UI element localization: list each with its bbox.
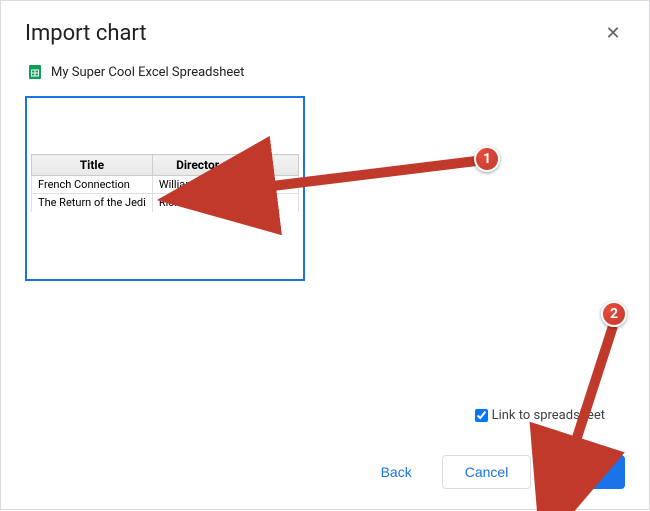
link-checkbox-label: Link to spreadsheet [492, 408, 605, 423]
back-button[interactable]: Back [359, 456, 434, 488]
dialog-header: Import chart ✕ [25, 21, 625, 46]
cancel-button[interactable]: Cancel [442, 455, 532, 489]
link-to-spreadsheet-checkbox[interactable]: Link to spreadsheet [475, 408, 605, 423]
table-row: The Return of the Jedi Richard 1083 [32, 194, 299, 212]
close-icon: ✕ [605, 23, 620, 44]
annotation-badge-2: 2 [601, 301, 627, 327]
col-header: Director [152, 155, 243, 176]
import-chart-dialog: Import chart ✕ My Super Cool Excel Sprea… [1, 1, 649, 509]
dialog-footer: Back Cancel Import [25, 441, 625, 489]
close-button[interactable]: ✕ [601, 22, 625, 46]
link-checkbox-input[interactable] [475, 409, 488, 422]
preview-table: Title Director French Connection William… [31, 154, 299, 212]
chart-thumbnail[interactable]: Title Director French Connection William… [25, 96, 305, 281]
dialog-title: Import chart [25, 21, 147, 46]
table-row: French Connection William Friedkin 1971 [32, 176, 299, 194]
col-header [243, 155, 299, 176]
chart-thumbnail-inner: Title Director French Connection William… [31, 102, 299, 275]
annotation-badge-1: 1 [474, 146, 500, 172]
sheets-icon [27, 64, 43, 80]
import-button[interactable]: Import [539, 455, 625, 489]
col-header: Title [32, 155, 153, 176]
preview-area: Title Director French Connection William… [25, 96, 625, 441]
file-row: My Super Cool Excel Spreadsheet [25, 64, 625, 80]
file-name: My Super Cool Excel Spreadsheet [51, 65, 244, 80]
